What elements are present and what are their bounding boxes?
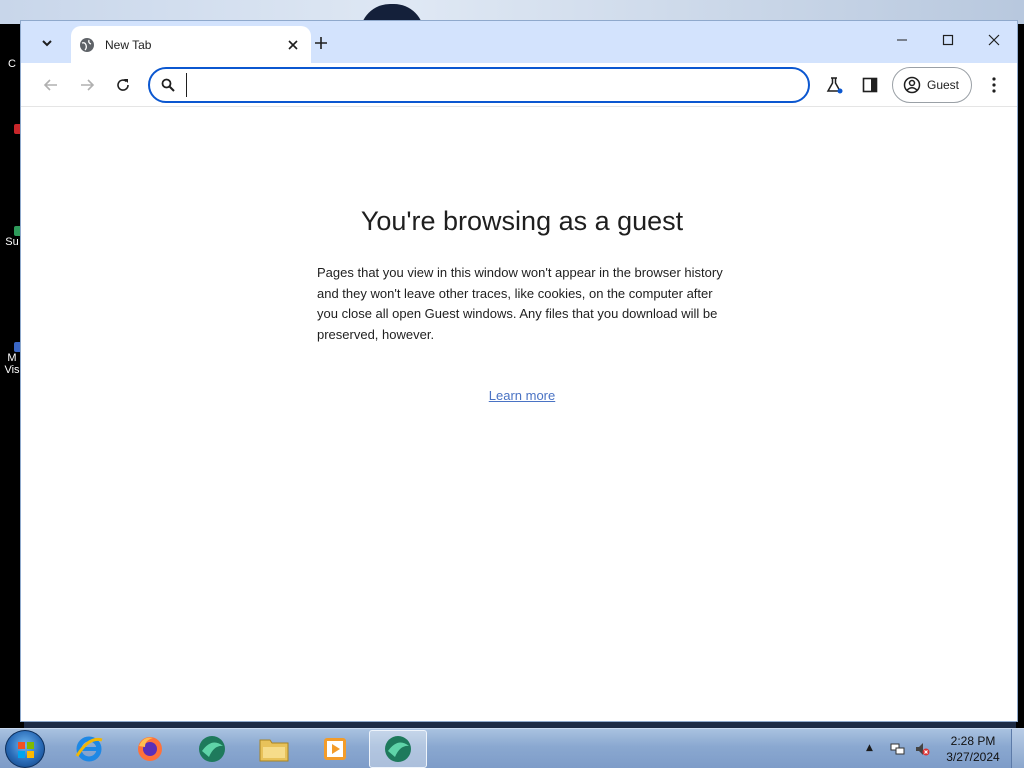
clock-date: 3/27/2024 xyxy=(946,750,1000,764)
windows-logo-icon xyxy=(18,742,34,758)
taskbar-firefox[interactable] xyxy=(121,730,179,768)
profile-label: Guest xyxy=(927,78,960,92)
back-button[interactable] xyxy=(37,71,65,99)
account-icon xyxy=(903,76,921,94)
system-clock[interactable]: 2:28 PM 3/27/2024 xyxy=(940,733,1006,765)
profile-button[interactable]: Guest xyxy=(892,67,972,103)
maximize-icon xyxy=(942,34,954,46)
desktop-icon-label: Su xyxy=(5,236,19,248)
taskbar-internet-explorer[interactable] xyxy=(60,730,118,768)
clock-time: 2:28 PM xyxy=(950,734,996,748)
more-vert-icon xyxy=(992,77,996,93)
start-button[interactable] xyxy=(5,730,45,768)
tab-new-tab[interactable]: New Tab xyxy=(71,26,311,63)
volume-muted-icon[interactable] xyxy=(914,741,930,757)
desktop-icon-label: C xyxy=(8,58,16,70)
browser-icon xyxy=(199,736,225,762)
close-window-button[interactable] xyxy=(971,21,1017,59)
arrow-left-icon xyxy=(43,79,57,91)
close-icon xyxy=(988,34,1000,46)
tab-search-button[interactable] xyxy=(35,31,59,55)
search-icon xyxy=(161,78,175,92)
side-panel-icon xyxy=(862,77,878,93)
tray-expand-button[interactable]: ▲ xyxy=(866,743,873,753)
address-input[interactable] xyxy=(186,73,808,97)
learn-more-link[interactable]: Learn more xyxy=(489,388,555,403)
tab-close-button[interactable] xyxy=(283,35,303,55)
internet-explorer-icon xyxy=(75,736,103,762)
tab-title: New Tab xyxy=(105,37,152,52)
minimize-button[interactable] xyxy=(879,21,925,59)
network-icon[interactable] xyxy=(890,741,906,757)
globe-icon xyxy=(80,37,94,52)
plus-icon xyxy=(315,37,327,49)
reload-icon xyxy=(117,79,129,91)
menu-button[interactable] xyxy=(980,71,1008,99)
taskbar-file-explorer[interactable] xyxy=(245,730,303,768)
taskbar-browser[interactable] xyxy=(183,730,241,768)
minimize-icon xyxy=(897,39,907,41)
folder-icon xyxy=(259,739,289,762)
reload-button[interactable] xyxy=(109,71,137,99)
new-tab-button[interactable] xyxy=(309,31,333,55)
arrow-right-icon xyxy=(81,79,95,91)
address-bar[interactable] xyxy=(148,67,810,103)
guest-description: Pages that you view in this window won't… xyxy=(317,265,723,342)
page-content: You're browsing as a guest Pages that yo… xyxy=(21,108,1017,721)
close-icon xyxy=(288,39,298,50)
flask-icon xyxy=(826,77,843,94)
taskbar-browser-active[interactable] xyxy=(369,730,427,768)
firefox-icon xyxy=(138,737,162,761)
side-panel-button[interactable] xyxy=(856,71,884,99)
title-bar: New Tab xyxy=(21,21,1017,63)
browser-icon xyxy=(385,736,411,762)
forward-button[interactable] xyxy=(73,71,101,99)
maximize-button[interactable] xyxy=(925,21,971,59)
learn-more-container: Learn more xyxy=(21,388,1017,403)
taskbar: ▲ 2:28 PM 3/27/2024 xyxy=(0,728,1024,768)
labs-button[interactable] xyxy=(820,71,848,99)
taskbar-media-player[interactable] xyxy=(306,730,364,768)
media-player-icon xyxy=(324,738,346,760)
browser-window: New Tab Guest You're browsing as a guest… xyxy=(20,20,1018,722)
browser-toolbar: Guest xyxy=(21,63,1017,107)
page-title: You're browsing as a guest xyxy=(360,206,684,236)
chevron-down-icon xyxy=(42,40,52,47)
show-desktop-button[interactable] xyxy=(1011,729,1024,768)
